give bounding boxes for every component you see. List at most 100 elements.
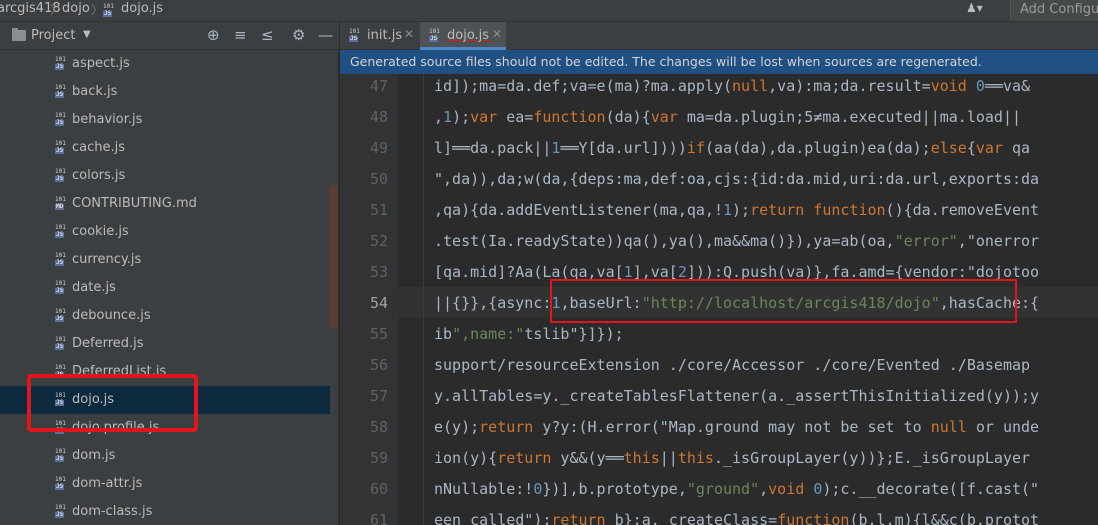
js-file-icon: 101 JS [55, 476, 66, 490]
tree-item-label: behavior.js [72, 112, 143, 127]
close-icon[interactable]: ✕ [492, 27, 502, 41]
tree-item[interactable]: 101 JS dom.js [0, 442, 330, 470]
tree-item[interactable]: 101 JS cookie.js [0, 218, 330, 246]
line-number: 54 [369, 294, 388, 312]
js-file-icon: 101 JS [55, 224, 66, 238]
tree-item-label: back.js [72, 84, 118, 99]
tree-item[interactable]: 101 JS back.js [0, 78, 330, 106]
code-line[interactable]: ion(y){return y&&(y══this||this._isGroup… [434, 449, 1030, 467]
close-icon[interactable]: ✕ [404, 27, 414, 41]
tree-item-label: debounce.js [72, 308, 151, 323]
tree-item[interactable]: 101 JS cache.js [0, 134, 330, 162]
scrollbar-thumb[interactable] [329, 185, 338, 328]
tree-item[interactable]: 101 JS debounce.js [0, 302, 330, 330]
chevron-down-icon[interactable]: ▼ [83, 29, 91, 40]
tree-item[interactable]: 101 JS dom-class.js [0, 498, 330, 525]
code-line[interactable]: id]);ma=da.def;va=e(ma)?ma.apply(null,va… [434, 77, 1030, 95]
breadcrumb-folder[interactable]: dojo [62, 1, 90, 16]
js-file-icon: 101 JS [55, 448, 66, 462]
code-line[interactable]: support/resourceExtension ./core/Accesso… [434, 356, 1030, 374]
project-panel-header: Project ▼ ⊕ ≡ ≤ ⚙ — [0, 22, 339, 50]
highlight-box [27, 374, 198, 432]
code-line[interactable]: ",da)),da;w(da,{deps:ma,def:oa,cjs:{id:d… [434, 170, 1039, 188]
tab-label: init.js [367, 28, 403, 43]
code-line[interactable]: ,qa){da.addEventListener(ma,qa,!1);retur… [434, 201, 1039, 219]
breadcrumb-separator: 〉 [91, 3, 104, 17]
line-number: 51 [369, 201, 388, 219]
js-file-icon: 101 JS [103, 3, 114, 17]
js-file-icon: 101 JS [55, 280, 66, 294]
tree-item-label: Deferred.js [72, 336, 144, 351]
add-configuration-button[interactable]: Add Configur [1010, 0, 1098, 21]
code-line[interactable]: nNullable:!0})],b.prototype,"ground",voi… [434, 480, 1039, 498]
code-line[interactable]: .test(Ia.readyState))qa(),ya(),ma&&ma()}… [434, 232, 1039, 250]
code-line[interactable]: ib",name:"tslib"}]}); [434, 325, 624, 343]
line-number: 56 [369, 356, 388, 374]
breadcrumb-file[interactable]: dojo.js [121, 1, 163, 16]
line-number: 48 [369, 108, 388, 126]
line-number: 60 [369, 480, 388, 498]
editor-tab-bar: 101 JS init.js ✕ 101 JS dojo.js ✕ [340, 22, 1098, 50]
code-editor[interactable]: 47 48 49 50 51 52 53 54 55 56 57 58 59 60 61 id]);ma=d… [340, 74, 1098, 525]
code-line[interactable]: l]══da.pack||1══Y[da.url])))if(aa(da),da… [434, 139, 1030, 157]
js-file-icon: 101 JS [55, 168, 66, 182]
tree-item-label: dom-class.js [72, 504, 153, 519]
js-file-icon: 101 JS [55, 140, 66, 154]
line-number-gutter: 47 48 49 50 51 52 53 54 55 56 57 58 59 60 61 [340, 74, 398, 525]
line-number: 53 [369, 263, 388, 281]
js-file-icon: 101 JS [429, 28, 440, 42]
tab-init-js[interactable]: 101 JS init.js ✕ [340, 22, 418, 50]
tree-item[interactable]: 101 JS Deferred.js [0, 330, 330, 358]
tree-item[interactable]: 101 JS aspect.js [0, 50, 330, 78]
js-file-icon: 101 JS [55, 336, 66, 350]
line-number: 47 [369, 77, 388, 95]
tree-item-label: cache.js [72, 140, 126, 155]
tree-item-label: colors.js [72, 168, 126, 183]
js-file-icon: 101 JS [55, 308, 66, 322]
expand-all-icon[interactable]: ≤ [261, 27, 274, 43]
code-line[interactable]: y.allTables=y._createTablesFlattener(a._… [434, 387, 1039, 405]
js-file-icon: 101 JS [55, 252, 66, 266]
line-number: 59 [369, 449, 388, 467]
tree-item-label: aspect.js [72, 56, 130, 71]
line-number: 61 [369, 511, 388, 525]
collapse-all-icon[interactable]: ≡ [234, 27, 247, 43]
tab-dojo-js[interactable]: 101 JS dojo.js ✕ [420, 22, 506, 50]
tree-item[interactable]: 101 JS colors.js [0, 162, 330, 190]
js-file-icon: 101 JS [55, 56, 66, 70]
tree-item[interactable]: 101 JS dom-attr.js [0, 470, 330, 498]
user-icon[interactable]: ♟▾ [966, 1, 983, 15]
code-line[interactable]: ,1);var ea=function(da){var ma=da.plugin… [434, 108, 1021, 126]
tree-item[interactable]: 101 JS currency.js [0, 246, 330, 274]
line-number: 52 [369, 232, 388, 250]
tree-item-label: date.js [72, 280, 116, 295]
code-line[interactable]: een called");return b};a._createClass=fu… [434, 511, 1039, 525]
js-file-icon: 101 JS [55, 504, 66, 518]
tree-item-label: currency.js [72, 252, 142, 267]
tree-item-label: dom-attr.js [72, 476, 143, 491]
markdown-file-icon: 101 MD [55, 196, 66, 210]
locate-icon[interactable]: ⊕ [207, 27, 220, 43]
tree-item-label: cookie.js [72, 224, 129, 239]
line-number: 55 [369, 325, 388, 343]
line-number: 57 [369, 387, 388, 405]
js-file-icon: 101 JS [55, 84, 66, 98]
line-number: 58 [369, 418, 388, 436]
project-folder-icon [12, 28, 26, 41]
tree-item[interactable]: 101 JS date.js [0, 274, 330, 302]
breadcrumb-separator: 〉 [50, 3, 63, 17]
navigation-bar: arcgis418 〉 dojo 〉 101 JS dojo.js ♟▾ Add … [0, 0, 1098, 22]
tree-item[interactable]: 101 JS behavior.js [0, 106, 330, 134]
file-tree: 101 JS aspect.js 101 JS back.js 101 JS behavior.… [0, 50, 339, 525]
project-panel-title[interactable]: Project [31, 28, 75, 43]
generated-source-notice: Generated source files should not be edi… [340, 50, 1098, 74]
code-line[interactable]: e(y);return y?y:(H.error("Map.ground may… [434, 418, 1039, 436]
minimize-icon[interactable]: — [318, 27, 333, 43]
line-number: 50 [369, 170, 388, 188]
line-number: 49 [369, 139, 388, 157]
js-file-icon: 101 JS [55, 112, 66, 126]
highlight-box [550, 279, 1017, 323]
tree-item[interactable]: 101 MD CONTRIBUTING.md [0, 190, 330, 218]
tree-item-label: CONTRIBUTING.md [72, 196, 197, 211]
gear-icon[interactable]: ⚙ [292, 27, 305, 43]
